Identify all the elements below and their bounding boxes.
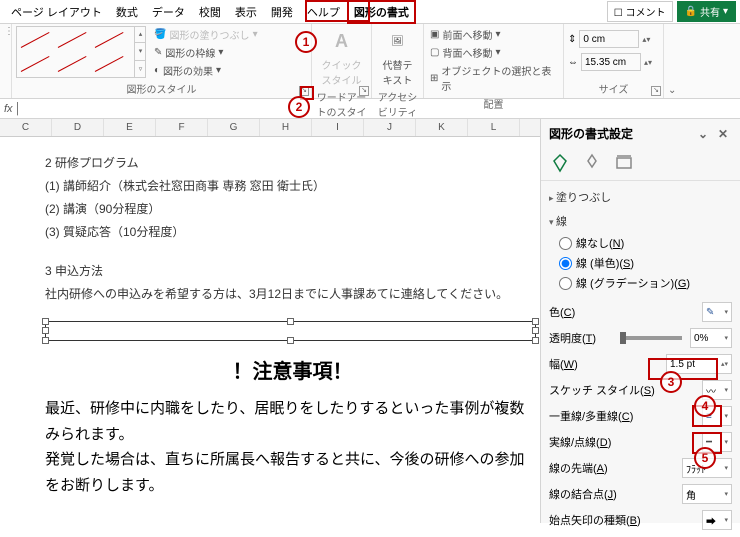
callout-5: 5 bbox=[694, 447, 716, 469]
pencil-icon: ✎ bbox=[706, 307, 714, 318]
width-label: 幅(W) bbox=[549, 356, 662, 372]
join-type-picker[interactable]: 角▾ bbox=[682, 484, 732, 504]
tab-developer[interactable]: 開発 bbox=[264, 0, 300, 24]
text-line: (3) 質疑応答（10分程度） bbox=[45, 220, 540, 243]
dash-label: 実線/点線(D) bbox=[549, 434, 698, 450]
group-size-label: サイズ bbox=[568, 79, 659, 96]
worksheet[interactable]: CDEFGHIJKL 2 研修プログラム (1) 講師紹介（株式会社窓田商事 専… bbox=[0, 119, 540, 523]
arrow-icon: ⮕ bbox=[706, 513, 716, 528]
width-icon: ⇔ bbox=[568, 57, 578, 68]
fill-section-header[interactable]: 塗りつぶし bbox=[549, 185, 732, 209]
quick-styles-button[interactable]: A クイック スタイル bbox=[318, 26, 366, 87]
comments-button[interactable]: ☐ コメント bbox=[607, 1, 673, 22]
begin-arrow-label: 始点矢印の種類(B) bbox=[549, 512, 698, 528]
alt-text-button[interactable]: 🖼 代替テ キスト bbox=[379, 26, 417, 87]
text-line: 社内研修への申込みを希望する方は、3月12日までに人事課あてに連絡してください。 bbox=[45, 282, 540, 307]
bring-forward-icon: ▣ bbox=[430, 29, 439, 40]
radio-solid-line[interactable]: 線 (単色)(S) bbox=[549, 253, 732, 273]
group-shape-styles-label: 図形のスタイル bbox=[16, 79, 307, 96]
radio-no-line[interactable]: 線なし(N) bbox=[549, 233, 732, 253]
transparency-slider[interactable] bbox=[620, 336, 683, 340]
formula-bar[interactable]: fx│ bbox=[0, 99, 740, 119]
tab-formula[interactable]: 数式 bbox=[109, 0, 145, 24]
dash-icon: ┅ bbox=[706, 437, 712, 448]
line-section-header[interactable]: 線 bbox=[549, 209, 732, 233]
effects-icon: ◐ bbox=[154, 65, 160, 76]
notice-body: 最近、研修中に内職をしたり、居眠りをしたりするといった事例が複数みられます。 発… bbox=[45, 396, 540, 498]
size-launcher[interactable]: ↘ bbox=[651, 86, 661, 96]
alt-text-icon: 🖼 bbox=[383, 26, 413, 56]
text-line: 3 申込方法 bbox=[45, 259, 540, 282]
pane-close-icon[interactable]: ✕ bbox=[718, 127, 732, 141]
callout-1: 1 bbox=[295, 31, 317, 53]
shape-outline-button[interactable]: ✎図形の枠線 ▾ bbox=[152, 44, 260, 61]
shape-fill-button[interactable]: 🪣図形の塗りつぶし ▾ bbox=[152, 26, 260, 43]
pen-icon: ✎ bbox=[154, 47, 162, 58]
shape-style-gallery[interactable]: ▴▾▿ bbox=[16, 26, 146, 78]
text-line: 2 研修プログラム bbox=[45, 151, 540, 174]
text-line: (1) 講師紹介（株式会社窓田商事 専務 窓田 衛士氏） bbox=[45, 174, 540, 197]
transparency-label: 透明度(T) bbox=[549, 330, 612, 346]
fill-line-icon[interactable] bbox=[549, 152, 571, 174]
notice-title: ！注意事項！ bbox=[45, 355, 540, 384]
shape-styles-launcher[interactable]: ↘ bbox=[299, 86, 309, 96]
shape-width-input[interactable]: 15.35 cm bbox=[581, 53, 641, 71]
pane-dropdown-icon[interactable]: ⌄ bbox=[698, 127, 712, 141]
callout-2: 2 bbox=[288, 96, 310, 118]
join-label: 線の結合点(J) bbox=[549, 486, 678, 502]
selection-pane-button[interactable]: ⊞オブジェクトの選択と表示 bbox=[428, 62, 559, 94]
color-label: 色(C) bbox=[549, 304, 698, 320]
ribbon-tabs: ページ レイアウト 数式 データ 校閲 表示 開発 ヘルプ 図形の書式 ☐ コメ… bbox=[0, 0, 740, 24]
bring-forward-button[interactable]: ▣前面へ移動 ▾ bbox=[428, 26, 559, 43]
shape-height-input[interactable]: 0 cm bbox=[579, 30, 639, 48]
size-props-icon[interactable] bbox=[613, 152, 635, 174]
tab-view[interactable]: 表示 bbox=[228, 0, 264, 24]
tab-data[interactable]: データ bbox=[145, 0, 192, 24]
pane-category-icons bbox=[541, 148, 740, 181]
line-color-picker[interactable]: ✎▾ bbox=[702, 302, 732, 322]
begin-arrow-picker[interactable]: ⮕▾ bbox=[702, 510, 732, 530]
pane-title: 図形の書式設定 bbox=[549, 125, 633, 142]
wordart-launcher[interactable]: ↘ bbox=[359, 86, 369, 96]
shape-effects-button[interactable]: ◐図形の効果 ▾ bbox=[152, 62, 260, 79]
text-line: (2) 講演（90分程度） bbox=[45, 197, 540, 220]
selected-shape[interactable] bbox=[45, 321, 536, 341]
group-accessibility-label: アクセシビリティ bbox=[376, 87, 419, 119]
callout-4: 4 bbox=[694, 395, 716, 417]
tab-shape-format[interactable]: 図形の書式 bbox=[347, 0, 416, 24]
wordart-icon: A bbox=[327, 26, 357, 56]
line-width-input[interactable]: 1.5 pt▴▾ bbox=[666, 354, 732, 374]
column-headers: CDEFGHIJKL bbox=[0, 119, 540, 137]
callout-3: 3 bbox=[660, 371, 682, 393]
tab-help[interactable]: ヘルプ bbox=[300, 0, 347, 24]
compound-label: 一重線/多重線(C) bbox=[549, 408, 698, 424]
cap-label: 線の先端(A) bbox=[549, 460, 678, 476]
transparency-input[interactable]: 0%▾ bbox=[690, 328, 732, 348]
tab-page-layout[interactable]: ページ レイアウト bbox=[4, 0, 109, 24]
effects-icon[interactable] bbox=[581, 152, 603, 174]
send-backward-button[interactable]: ▢背面へ移動 ▾ bbox=[428, 44, 559, 61]
ribbon: ⋮ ▴▾▿ 🪣図形の塗りつぶし ▾ ✎図形の枠線 ▾ ◐図形の効果 ▾ 図形のス… bbox=[0, 24, 740, 99]
height-icon: ⇕ bbox=[568, 34, 576, 45]
tab-review[interactable]: 校閲 bbox=[192, 0, 228, 24]
share-button[interactable]: 🔒 共有 ▾ bbox=[677, 1, 736, 22]
selection-icon: ⊞ bbox=[430, 73, 438, 84]
paint-bucket-icon: 🪣 bbox=[154, 29, 166, 40]
send-backward-icon: ▢ bbox=[430, 47, 439, 58]
group-arrange-label: 配置 bbox=[428, 94, 559, 111]
radio-gradient-line[interactable]: 線 (グラデーション)(G) bbox=[549, 273, 732, 293]
